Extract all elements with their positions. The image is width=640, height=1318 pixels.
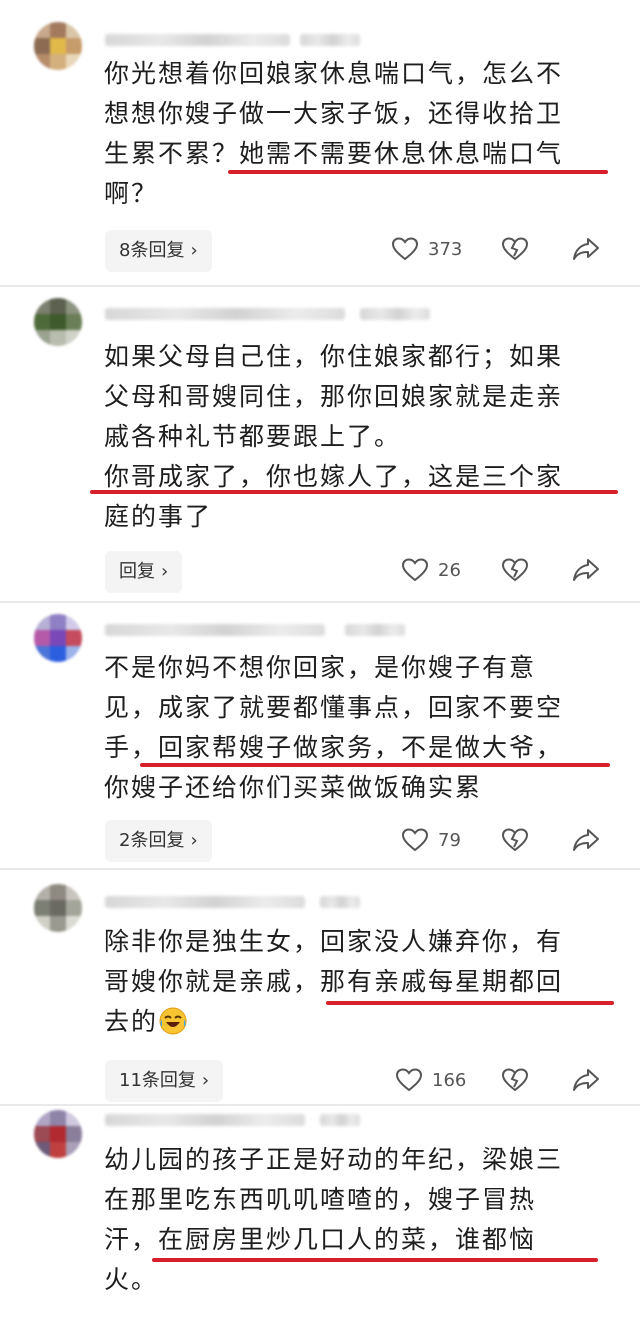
like-button[interactable]: 79 <box>402 828 461 852</box>
comment-meta <box>320 1114 360 1126</box>
comment-text: 如果父母自己住，你住娘家都行；如果 父母和哥嫂同住，那你回娘家就是走亲 戚各种礼… <box>104 337 604 537</box>
divider <box>0 601 640 603</box>
share-arrow-icon <box>573 559 599 581</box>
username[interactable] <box>105 896 305 908</box>
reply-count-label: 11条回复 <box>119 1070 196 1091</box>
share-arrow-icon <box>573 829 599 851</box>
like-count: 79 <box>438 829 461 851</box>
comment-line: 除非你是独生女，回家没人嫌弃你，有 <box>104 927 564 956</box>
avatar[interactable] <box>34 614 82 662</box>
comment-line: 去的 <box>104 1002 604 1042</box>
comment-line: 戚各种礼节都要跟上了。 <box>104 422 402 451</box>
comment-text: 除非你是独生女，回家没人嫌弃你，有 哥嫂你就是亲戚，那有亲戚每星期都回 去的 <box>104 922 604 1042</box>
dislike-button[interactable] <box>502 558 528 582</box>
dislike-button[interactable] <box>502 1068 528 1092</box>
view-replies-button[interactable]: 回复 › <box>105 551 183 593</box>
broken-heart-icon <box>502 1068 528 1092</box>
heart-icon <box>392 237 418 261</box>
comment-line: 幼儿园的孩子正是好动的年纪，梁娘三 <box>104 1145 564 1174</box>
like-button[interactable]: 166 <box>396 1068 466 1092</box>
chevron-right-icon: › <box>190 240 198 261</box>
avatar[interactable] <box>34 22 82 70</box>
comment-line: 你光想着你回娘家休息喘口气，怎么不 <box>104 59 564 88</box>
highlight-underline <box>326 1001 614 1005</box>
reply-count-label: 回复 <box>119 561 155 582</box>
view-replies-button[interactable]: 11条回复 › <box>105 1060 224 1102</box>
share-button[interactable] <box>572 237 600 261</box>
comment-line: 汗，在厨房里炒几口人的菜，谁都恼 <box>104 1225 537 1254</box>
comment-line: 你嫂子还给你们买菜做饭确实累 <box>104 773 483 802</box>
comment-line: 啊？ <box>104 179 159 208</box>
heart-icon <box>402 558 428 582</box>
highlight-underline <box>228 170 608 174</box>
comment-text: 幼儿园的孩子正是好动的年纪，梁娘三 在那里吃东西叽叽喳喳的，嫂子冒热 汗，在厨房… <box>104 1140 604 1300</box>
avatar[interactable] <box>34 298 82 346</box>
username[interactable] <box>105 34 290 46</box>
like-count: 166 <box>432 1069 467 1091</box>
comment-line: 父母和哥嫂同住，那你回娘家就是走亲 <box>104 382 564 411</box>
comment-line: 如果父母自己住，你住娘家都行；如果 <box>104 342 564 371</box>
share-button[interactable] <box>572 1068 600 1092</box>
view-replies-button[interactable]: 8条回复 › <box>105 230 212 272</box>
dislike-button[interactable] <box>502 828 528 852</box>
avatar[interactable] <box>34 884 82 932</box>
comment-text: 你光想着你回娘家休息喘口气，怎么不 想想你嫂子做一大家子饭，还得收拾卫 生累不累… <box>104 54 604 214</box>
comment-line: 哥嫂你就是亲戚，那有亲戚每星期都回 <box>104 967 564 996</box>
highlight-underline <box>90 490 618 494</box>
share-button[interactable] <box>572 558 600 582</box>
reply-count-label: 8条回复 <box>119 240 185 261</box>
share-button[interactable] <box>572 828 600 852</box>
comment-meta <box>345 624 405 636</box>
username[interactable] <box>105 308 345 320</box>
heart-icon <box>396 1068 422 1092</box>
comment-line: 生累不累？她需不需要休息休息喘口气 <box>104 139 564 168</box>
crying-laughing-emoji-icon <box>159 1007 187 1035</box>
comment-line: 见，成家了就要都懂事点，回家不要空 <box>104 693 564 722</box>
comment-line: 庭的事了 <box>104 502 213 531</box>
share-arrow-icon <box>573 1069 599 1091</box>
comment-line: 火。 <box>104 1265 159 1294</box>
comment-line: 手，回家帮嫂子做家务，不是做大爷， <box>104 733 564 762</box>
highlight-underline <box>152 1258 598 1262</box>
comment-line: 想想你嫂子做一大家子饭，还得收拾卫 <box>104 99 564 128</box>
divider <box>0 868 640 870</box>
share-arrow-icon <box>573 238 599 260</box>
comment-line-text: 去的 <box>104 1007 159 1036</box>
comment-line: 在那里吃东西叽叽喳喳的，嫂子冒热 <box>104 1185 537 1214</box>
view-replies-button[interactable]: 2条回复 › <box>105 820 212 862</box>
like-button[interactable]: 373 <box>392 237 462 261</box>
comment-line: 不是你妈不想你回家，是你嫂子有意 <box>104 653 537 682</box>
divider <box>0 1104 640 1106</box>
comment-text: 不是你妈不想你回家，是你嫂子有意 见，成家了就要都懂事点，回家不要空 手，回家帮… <box>104 648 604 808</box>
chevron-right-icon: › <box>201 1070 210 1091</box>
highlight-underline <box>140 763 610 767</box>
dislike-button[interactable] <box>502 237 528 261</box>
comment-meta <box>360 308 430 320</box>
like-count: 373 <box>428 238 463 260</box>
username[interactable] <box>105 624 325 636</box>
broken-heart-icon <box>502 237 528 261</box>
like-count: 26 <box>438 559 461 581</box>
heart-icon <box>402 828 428 852</box>
avatar[interactable] <box>34 1110 82 1158</box>
divider <box>0 285 640 287</box>
comment-meta <box>300 34 360 46</box>
like-button[interactable]: 26 <box>402 558 461 582</box>
username[interactable] <box>105 1114 305 1126</box>
comment-meta <box>320 896 360 908</box>
chevron-right-icon: › <box>161 561 169 582</box>
broken-heart-icon <box>502 828 528 852</box>
chevron-right-icon: › <box>190 830 198 851</box>
reply-count-label: 2条回复 <box>119 830 185 851</box>
broken-heart-icon <box>502 558 528 582</box>
